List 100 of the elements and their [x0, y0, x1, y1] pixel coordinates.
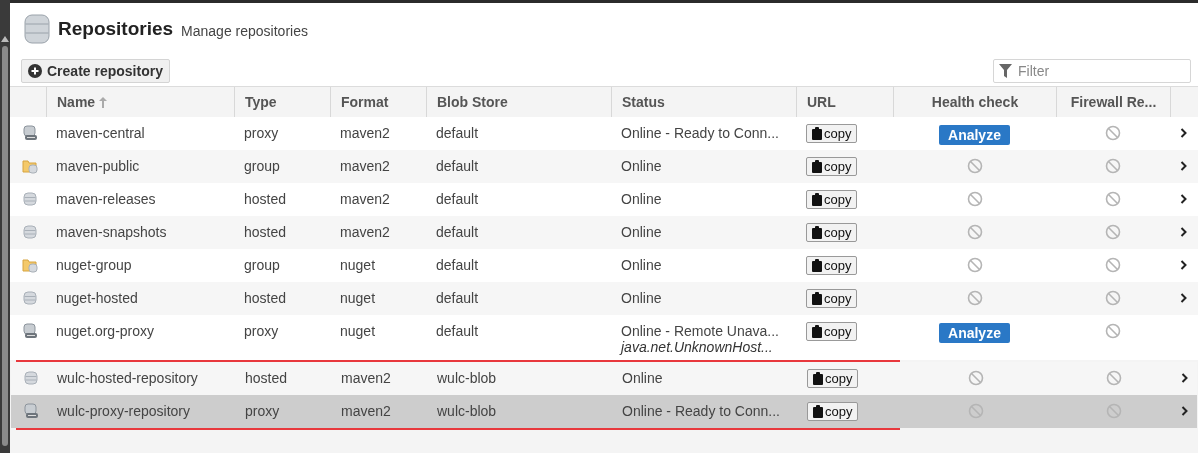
clipboard-icon — [812, 160, 822, 173]
chevron-right-icon[interactable] — [1181, 406, 1189, 416]
page-subtitle: Manage repositories — [181, 22, 308, 39]
repository-format: maven2 — [340, 125, 390, 141]
disabled-icon — [1106, 403, 1122, 419]
disabled-icon — [966, 158, 983, 174]
repository-type: proxy — [244, 125, 279, 141]
blob-store: default — [436, 158, 479, 174]
blob-store: default — [436, 191, 479, 207]
chevron-right-icon[interactable] — [1181, 373, 1189, 383]
copy-button[interactable]: copy — [806, 157, 858, 176]
status-text: Online - Remote Unava... — [621, 323, 779, 339]
status-text: Online — [621, 257, 662, 273]
disabled-icon — [967, 403, 984, 419]
database-link-icon — [22, 125, 38, 141]
scroll-up-icon[interactable] — [1, 36, 9, 42]
database-icon — [24, 14, 50, 44]
blob-store: wulc-blob — [437, 370, 497, 386]
copy-button[interactable]: copy — [806, 223, 858, 242]
disabled-icon — [966, 224, 983, 240]
copy-button[interactable]: copy — [807, 402, 859, 421]
copy-button[interactable]: copy — [806, 322, 858, 341]
page-title: Repositories — [58, 18, 174, 40]
table-row[interactable]: nuget-group group nuget default Online copy — [10, 249, 1198, 282]
database-icon — [23, 370, 39, 386]
disabled-icon — [967, 370, 984, 386]
chevron-right-icon[interactable] — [1180, 293, 1188, 303]
clipboard-icon — [812, 292, 822, 305]
repository-type: hosted — [244, 191, 287, 207]
disabled-icon — [1105, 191, 1121, 207]
status-text: Online — [622, 370, 663, 386]
status-text: Online — [621, 290, 662, 306]
table-row[interactable]: maven-releases hosted maven2 default Online copy — [10, 183, 1198, 216]
clipboard-icon — [812, 259, 822, 272]
copy-button[interactable]: copy — [806, 256, 858, 275]
repository-name: maven-releases — [56, 191, 156, 207]
repository-format: nuget — [340, 290, 376, 306]
status-detail: java.net.UnknownHost... — [621, 339, 773, 355]
chevron-right-icon[interactable] — [1180, 194, 1188, 204]
repository-format: maven2 — [340, 224, 390, 240]
repository-type: proxy — [244, 323, 279, 339]
blob-store: default — [436, 224, 479, 240]
database-icon — [22, 224, 38, 240]
database-icon — [22, 191, 38, 207]
repository-name: maven-snapshots — [56, 224, 167, 240]
chevron-right-icon[interactable] — [1180, 161, 1188, 171]
repository-format: maven2 — [341, 403, 391, 419]
chevron-right-icon[interactable] — [1180, 227, 1188, 237]
clipboard-icon — [812, 193, 822, 206]
sort-up-icon — [99, 96, 108, 108]
repository-format: maven2 — [340, 158, 390, 174]
chevron-right-icon[interactable] — [1180, 260, 1188, 270]
database-link-icon — [22, 323, 38, 339]
table-row[interactable]: wulc-proxy-repository proxy maven2 wulc-blob Online - Ready to Conn... copy — [11, 395, 1197, 428]
disabled-icon — [1106, 370, 1122, 386]
copy-button[interactable]: copy — [806, 124, 858, 143]
analyze-button[interactable]: Analyze — [939, 323, 1010, 343]
repository-type: proxy — [245, 403, 280, 419]
repository-name: nuget.org-proxy — [56, 323, 155, 339]
clipboard-icon — [813, 405, 823, 418]
repository-name: wulc-proxy-repository — [57, 403, 191, 419]
table-row[interactable]: nuget.org-proxy proxy nuget default Online - Remote Unava... java.net.UnknownHost... copy Analyze — [10, 315, 1198, 360]
status-text: Online - Ready to Conn... — [622, 403, 780, 419]
status-text: Online — [621, 158, 662, 174]
status-text: Online - Ready to Conn... — [621, 125, 779, 141]
blob-store: wulc-blob — [437, 403, 497, 419]
repository-name: nuget-hosted — [56, 290, 138, 306]
analyze-button[interactable]: Analyze — [939, 125, 1010, 145]
repository-type: group — [244, 257, 280, 273]
filter-field[interactable]: Filter — [993, 59, 1191, 83]
create-repository-button[interactable]: Create repository — [21, 59, 170, 83]
plus-circle-icon — [28, 64, 42, 78]
disabled-icon — [966, 191, 983, 207]
copy-button[interactable]: copy — [807, 369, 859, 388]
repository-name: nuget-group — [56, 257, 132, 273]
repository-type: hosted — [244, 224, 287, 240]
repository-type: hosted — [244, 290, 287, 306]
repository-name: maven-central — [56, 125, 145, 141]
clipboard-icon — [812, 127, 822, 140]
repository-type: group — [244, 158, 280, 174]
clipboard-icon — [812, 226, 822, 239]
blob-store: default — [436, 290, 479, 306]
blob-store: default — [436, 323, 479, 339]
disabled-icon — [1105, 125, 1121, 141]
chevron-right-icon[interactable] — [1180, 128, 1188, 138]
disabled-icon — [1105, 290, 1121, 306]
scrollbar-thumb[interactable] — [2, 46, 8, 446]
disabled-icon — [1105, 158, 1121, 174]
repository-format: maven2 — [341, 370, 391, 386]
folder-database-icon — [22, 158, 38, 174]
repository-format: nuget — [340, 323, 376, 339]
database-link-icon — [23, 403, 39, 419]
table-row[interactable]: maven-central proxy maven2 default Online - Ready to Conn... copy Analyze — [10, 117, 1198, 150]
status-text: Online — [621, 191, 662, 207]
disabled-icon — [966, 257, 983, 273]
copy-button[interactable]: copy — [806, 289, 858, 308]
repository-name: maven-public — [56, 158, 140, 174]
disabled-icon — [1105, 323, 1121, 339]
repository-format: maven2 — [340, 191, 390, 207]
copy-button[interactable]: copy — [806, 190, 858, 209]
